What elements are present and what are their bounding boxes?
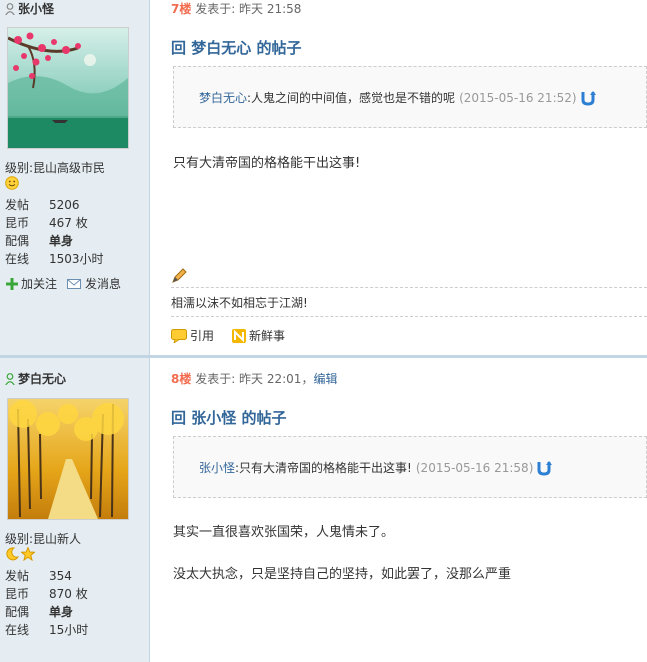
user-sidebar: 梦白无心 级别:昆山新人 发帖 354 昆币 870 枚 配偶 单身 在线 15… — [0, 358, 150, 662]
cite-button[interactable]: 引用 — [171, 327, 214, 344]
user-actions: 加关注 发消息 — [6, 275, 121, 292]
pencil-icon — [171, 268, 187, 287]
user-rank: 级别:昆山高级市民 — [5, 161, 106, 175]
star-icon — [21, 547, 35, 561]
quote-text: :人鬼之间的中间值，感觉也是不错的呢 — [247, 91, 456, 105]
stat-online: 在线 15小时 — [5, 623, 89, 637]
post-content: 其实一直很喜欢张国荣，人鬼情未了。 没太大执念，只是坚持自己的坚持，如此罢了，没… — [173, 525, 512, 582]
user-stats: 发帖 354 昆币 870 枚 配偶 单身 在线 15小时 — [5, 567, 88, 639]
post-body: 8楼 发表于: 昨天 22:01，编辑 回 张小怪 的帖子 张小怪 :只有大清帝… — [151, 358, 647, 662]
quote-text: :只有大清帝国的格格能干出这事! — [235, 461, 412, 475]
quote-block: 梦白无心 :人鬼之间的中间值，感觉也是不错的呢 (2015-05-16 21:5… — [173, 66, 647, 128]
post-title: 回 梦白无心 的帖子 — [171, 39, 302, 57]
quote-date: (2015-05-16 21:58) — [415, 460, 534, 475]
quote-author[interactable]: 张小怪 — [199, 459, 235, 476]
user-icon — [5, 2, 15, 15]
jump-to-post-icon[interactable] — [536, 460, 553, 476]
rank-badges — [5, 547, 35, 561]
floor-number[interactable]: 7楼 — [171, 2, 191, 16]
stat-spouse: 配偶 单身 — [5, 605, 74, 619]
quote-author[interactable]: 梦白无心 — [199, 89, 247, 106]
floor-info: 7楼 发表于: 昨天 21:58 — [171, 2, 302, 16]
avatar[interactable] — [7, 398, 129, 520]
news-icon — [232, 328, 247, 343]
stat-coins: 昆币 467 枚 — [5, 216, 88, 230]
author-name[interactable]: 梦白无心 — [5, 370, 66, 387]
moon-icon — [6, 547, 19, 561]
post-content: 只有大清帝国的格格能干出这事! — [173, 156, 361, 171]
post-title: 回 张小怪 的帖子 — [171, 409, 287, 427]
stat-spouse: 配偶 单身 — [5, 234, 74, 248]
rank-link[interactable]: 昆山高级市民 — [33, 161, 105, 175]
news-button[interactable]: 新鲜事 — [232, 327, 285, 344]
author-name[interactable]: 张小怪 — [5, 0, 54, 17]
smiley-icon — [5, 176, 19, 193]
user-icon — [5, 372, 15, 385]
post-8: 梦白无心 级别:昆山新人 发帖 354 昆币 870 枚 配偶 单身 在线 15… — [0, 358, 647, 662]
avatar[interactable] — [7, 27, 129, 149]
jump-to-post-icon[interactable] — [580, 90, 596, 106]
post-body: 7楼 发表于: 昨天 21:58 回 梦白无心 的帖子 梦白无心 :人鬼之间的中… — [151, 0, 647, 355]
follow-button[interactable]: 加关注 — [6, 275, 57, 292]
stat-posts: 发帖 354 — [5, 569, 72, 583]
quote-date: (2015-05-16 21:52) — [459, 90, 577, 105]
user-stats: 发帖 5206 昆币 467 枚 配偶 单身 在线 1503小时 — [5, 196, 104, 268]
floor-number[interactable]: 8楼 — [171, 372, 191, 386]
user-sidebar: 张小怪 级别:昆山高级市民 发帖 5206 昆币 467 枚 配偶 单身 在线 … — [0, 0, 150, 355]
post-7: 张小怪 级别:昆山高级市民 发帖 5206 昆币 467 枚 配偶 单身 在线 … — [0, 0, 647, 355]
stat-coins: 昆币 870 枚 — [5, 587, 88, 601]
stat-posts: 发帖 5206 — [5, 198, 80, 212]
stat-online: 在线 1503小时 — [5, 252, 104, 266]
floor-info: 8楼 发表于: 昨天 22:01，编辑 — [171, 372, 338, 386]
user-rank: 级别:昆山新人 — [5, 532, 82, 546]
rank-link[interactable]: 昆山新人 — [33, 532, 81, 546]
quote-icon — [171, 328, 187, 343]
message-button[interactable]: 发消息 — [67, 275, 121, 292]
signature: 相濡以沫不如相忘于江湖! — [171, 287, 647, 311]
post-footer: 引用 新鲜事 — [171, 316, 647, 344]
quote-block: 张小怪 :只有大清帝国的格格能干出这事! (2015-05-16 21:58) — [173, 436, 647, 498]
edit-link[interactable]: 编辑 — [313, 372, 337, 386]
mail-icon — [67, 278, 82, 289]
plus-icon — [6, 277, 18, 290]
